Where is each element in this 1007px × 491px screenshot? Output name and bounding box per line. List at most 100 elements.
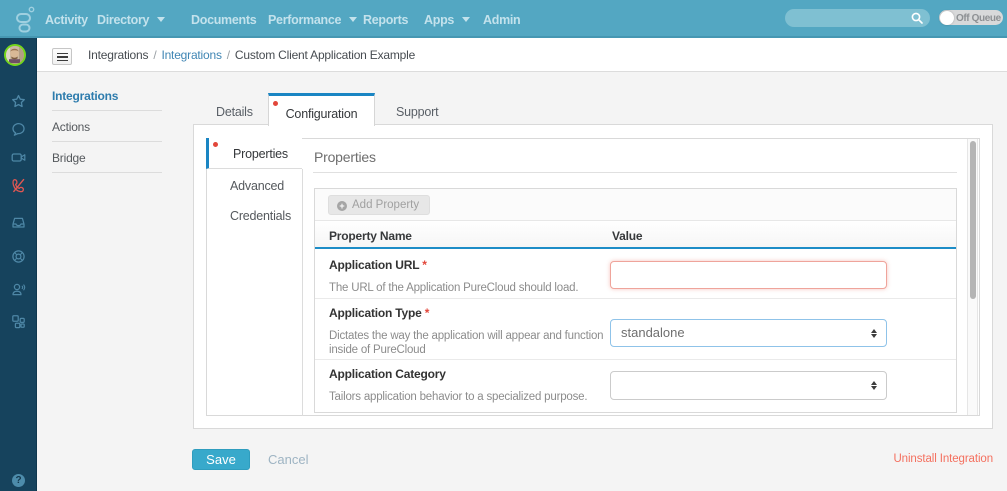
property-value-cell: standalone — [610, 299, 907, 359]
nav-item-documents[interactable]: Documents — [191, 12, 257, 28]
application-url-input[interactable] — [610, 261, 887, 289]
tab-configuration[interactable]: Configuration — [268, 93, 375, 126]
nav-item-activity[interactable]: Activity — [45, 12, 88, 28]
nav-item-performance[interactable]: Performance — [268, 12, 358, 28]
lifering-icon[interactable] — [11, 249, 26, 264]
properties-table-panel: + Add Property Property Name Value Applic… — [314, 188, 957, 413]
user-avatar[interactable] — [4, 44, 26, 66]
property-title: Application Category — [329, 367, 610, 381]
vertical-scrollbar[interactable] — [967, 139, 978, 415]
help-button[interactable]: ? — [12, 474, 25, 487]
sidebar-item-actions[interactable]: Actions — [52, 120, 172, 134]
apps-icon[interactable] — [11, 314, 26, 329]
nav-item-label: Activity — [45, 13, 88, 27]
nav-item-label: Apps — [424, 13, 455, 27]
heading-rule — [313, 172, 957, 173]
queue-status-toggle[interactable]: Off Queue — [939, 10, 1003, 25]
table-header-row: Property Name Value — [315, 221, 956, 249]
chevron-down-icon — [349, 17, 358, 22]
nav-item-label: Performance — [268, 13, 342, 27]
nav-item-admin[interactable]: Admin — [483, 12, 521, 28]
chat-icon[interactable] — [11, 122, 26, 137]
property-description: Dictates the way the application will ap… — [329, 330, 604, 356]
table-row-application-category: Application Category Tailors application… — [315, 360, 956, 412]
nav-item-label: Admin — [483, 13, 521, 27]
add-property-label: Add Property — [352, 199, 420, 211]
app-window: Activity Directory Documents Performance… — [0, 0, 1007, 491]
property-name-cell: Application URL * The URL of the Applica… — [329, 258, 610, 295]
inbox-icon[interactable] — [11, 215, 26, 230]
required-asterisk: * — [424, 306, 430, 320]
uninstall-integration-link[interactable]: Uninstall Integration — [893, 453, 993, 465]
sidebar-divider — [52, 141, 162, 142]
avatar-photo — [6, 46, 23, 63]
property-name-text: Application URL — [329, 258, 420, 272]
search-icon — [911, 12, 923, 24]
plus-circle-icon: + — [337, 201, 347, 211]
property-name-cell: Application Category Tailors application… — [329, 367, 610, 404]
application-category-select[interactable] — [610, 371, 887, 400]
config-tab-advanced[interactable]: Advanced — [230, 179, 284, 193]
column-header-property-name: Property Name — [329, 229, 412, 243]
chevron-down-icon — [157, 17, 166, 22]
property-title: Application URL * — [329, 258, 610, 272]
sidebar-divider — [52, 110, 162, 111]
config-tab-properties[interactable]: Properties — [206, 138, 302, 169]
contact-sound-icon[interactable] — [11, 282, 26, 297]
chevron-down-icon — [462, 17, 471, 22]
breadcrumb-separator: / — [226, 48, 230, 62]
breadcrumb-separator: / — [153, 48, 157, 62]
modified-indicator-dot — [273, 101, 278, 106]
phone-disabled-icon[interactable] — [11, 178, 26, 193]
breadcrumb-segment-current: Custom Client Application Example — [234, 48, 416, 62]
cancel-link[interactable]: Cancel — [268, 452, 308, 467]
select-value: standalone — [621, 325, 685, 340]
star-icon[interactable] — [11, 94, 26, 109]
property-description: Tailors application behavior to a specia… — [329, 391, 588, 403]
properties-heading: Properties — [314, 149, 376, 165]
application-type-select[interactable]: standalone — [610, 319, 887, 347]
menu-toggle-button[interactable] — [52, 48, 72, 65]
select-stepper-icon — [871, 328, 877, 338]
table-row-application-url: Application URL * The URL of the Applica… — [315, 251, 956, 299]
property-name-text: Application Category — [329, 367, 446, 381]
hamburger-icon — [56, 52, 68, 55]
nav-item-directory[interactable]: Directory — [97, 12, 166, 28]
tab-details[interactable]: Details — [216, 105, 253, 119]
app-rail: ? — [0, 38, 37, 491]
property-name-text: Application Type — [329, 306, 422, 320]
tab-support[interactable]: Support — [396, 105, 439, 119]
video-icon[interactable] — [11, 150, 26, 165]
sidebar-divider — [52, 172, 162, 173]
select-stepper-icon — [871, 381, 877, 390]
property-title: Application Type * — [329, 306, 610, 320]
sidebar-item-integrations[interactable]: Integrations — [52, 89, 172, 103]
nav-item-apps[interactable]: Apps — [424, 12, 471, 28]
toggle-knob — [940, 10, 954, 25]
table-toolbar: + Add Property — [315, 189, 956, 221]
breadcrumb-bar: Integrations / Integrations / Custom Client … — [37, 38, 1007, 72]
queue-status-label: Off Queue — [956, 12, 1001, 24]
save-button[interactable]: Save — [192, 449, 250, 470]
property-name-cell: Application Type * Dictates the way the … — [329, 306, 610, 357]
nav-item-label: Reports — [363, 13, 409, 27]
top-navigation-bar: Activity Directory Documents Performance… — [0, 0, 1007, 38]
nav-item-label: Directory — [97, 13, 150, 27]
add-property-button[interactable]: + Add Property — [328, 195, 431, 215]
required-asterisk: * — [422, 258, 427, 272]
table-row-application-type: Application Type * Dictates the way the … — [315, 299, 956, 360]
sidebar-item-bridge[interactable]: Bridge — [52, 151, 172, 165]
config-tab-credentials[interactable]: Credentials — [230, 209, 291, 223]
global-search-input[interactable] — [785, 9, 930, 27]
property-description: The URL of the Application PureCloud sho… — [329, 282, 579, 294]
modified-indicator-dot — [213, 142, 218, 147]
tab-label: Configuration — [285, 107, 358, 121]
nav-item-reports[interactable]: Reports — [363, 12, 408, 28]
purecloud-logo-icon[interactable] — [12, 5, 38, 33]
breadcrumb-link-integrations[interactable]: Integrations — [161, 48, 222, 62]
property-value-cell — [610, 251, 907, 298]
breadcrumb-segment: Integrations — [88, 48, 149, 62]
nav-item-label: Documents — [191, 13, 257, 27]
scrollbar-thumb[interactable] — [969, 141, 976, 299]
column-header-value: Value — [612, 229, 643, 243]
